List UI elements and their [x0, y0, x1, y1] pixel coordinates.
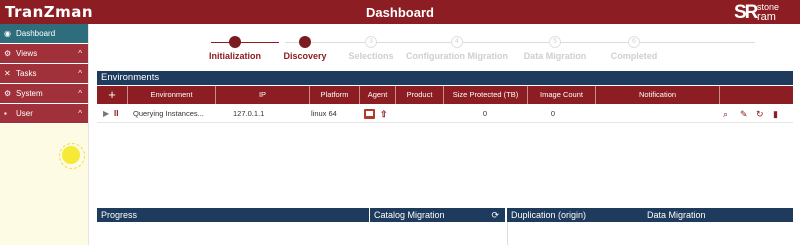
- system-icon: ⚙: [4, 89, 12, 98]
- sidebar-item-label: Tasks: [16, 69, 37, 78]
- gear-icon: ⚙: [4, 49, 12, 58]
- step-number: 4: [455, 38, 459, 45]
- settings-icon[interactable]: ✎: [740, 105, 748, 123]
- add-environment-button[interactable]: +: [97, 86, 127, 104]
- sidebar-item-label: Dashboard: [16, 29, 56, 38]
- column-image-count[interactable]: Image Count: [527, 86, 595, 104]
- cell-size-protected: 0: [482, 109, 488, 118]
- sidebar-item-system[interactable]: ⚙ System ^: [0, 84, 88, 104]
- agent-install-icon[interactable]: [364, 109, 375, 119]
- dashboard-icon: ◉: [4, 29, 11, 38]
- pause-icon[interactable]: II: [114, 105, 118, 123]
- upload-icon[interactable]: ⇧: [380, 105, 388, 123]
- sidebar-item-label: User: [16, 109, 33, 118]
- bottom-panels: Progress Catalog Migration ⟳ Duplication…: [97, 208, 793, 245]
- column-size-protected[interactable]: Size Protected (TB): [443, 86, 527, 104]
- step-dot: [299, 36, 311, 48]
- duplication-panel-body: [507, 222, 793, 245]
- column-platform[interactable]: Platform: [309, 86, 359, 104]
- chevron-up-icon: ^: [78, 89, 82, 98]
- environments-table-header: + Environment IP Platform Agent Product …: [97, 86, 793, 104]
- page-title: Dashboard: [366, 5, 434, 20]
- data-migration-label: Data Migration: [647, 210, 706, 220]
- progress-panel-title: Progress: [97, 208, 369, 222]
- sidebar-item-label: System: [16, 89, 43, 98]
- chevron-up-icon: ^: [78, 69, 82, 78]
- chevron-up-icon: ^: [78, 109, 82, 118]
- user-icon: ▪: [4, 109, 7, 118]
- search-icon[interactable]: ⌕: [723, 105, 728, 123]
- table-row[interactable]: ▶ II Querying Instances... 127.0.1.1 lin…: [97, 105, 793, 123]
- chevron-up-icon: ^: [78, 49, 82, 58]
- sidebar-item-label: Views: [16, 49, 38, 58]
- sun-decoration-icon: [59, 143, 85, 169]
- brand-mark: SR: [734, 2, 758, 23]
- step-number: 3: [369, 38, 373, 45]
- column-actions: [719, 86, 793, 104]
- sidebar-item-views[interactable]: ⚙ Views ^: [0, 44, 88, 64]
- sidebar-item-tasks[interactable]: ✕ Tasks ^: [0, 64, 88, 84]
- play-icon[interactable]: ▶: [103, 105, 109, 123]
- step-dot: 6: [628, 36, 640, 48]
- step-dot: 5: [549, 36, 561, 48]
- duplication-panel-title: Duplication (origin) Data Migration: [507, 208, 793, 222]
- column-environment[interactable]: Environment: [127, 86, 215, 104]
- catalog-migration-label: Catalog Migration: [374, 210, 445, 220]
- tasks-icon: ✕: [4, 69, 11, 78]
- step-connector: [211, 42, 279, 43]
- column-agent[interactable]: Agent: [359, 86, 395, 104]
- duplication-label: Duplication (origin): [511, 210, 587, 220]
- refresh-icon[interactable]: ↻: [756, 105, 764, 123]
- app-window: TranZman Dashboard SR stone ram ◉ Dashbo…: [0, 0, 800, 245]
- delete-icon[interactable]: ▮: [773, 105, 778, 123]
- top-bar: TranZman Dashboard SR stone ram: [0, 0, 800, 24]
- sidebar-item-user[interactable]: ▪ User ^: [0, 104, 88, 124]
- sidebar-item-dashboard[interactable]: ◉ Dashboard: [0, 24, 88, 44]
- step-number: 5: [553, 38, 557, 45]
- catalog-migration-panel-title: Catalog Migration ⟳: [370, 208, 505, 222]
- cell-ip: 127.0.1.1: [233, 109, 265, 118]
- sidebar: ◉ Dashboard ⚙ Views ^ ✕ Tasks ^ ⚙ System…: [0, 24, 88, 245]
- brand-logo: SR stone ram: [734, 2, 794, 23]
- step-dot: 4: [451, 36, 463, 48]
- column-notification[interactable]: Notification: [595, 86, 719, 104]
- step-dot: [229, 36, 241, 48]
- step-connector: [285, 42, 755, 43]
- refresh-icon[interactable]: ⟳: [491, 208, 499, 222]
- cell-environment: Querying Instances...: [133, 109, 204, 118]
- column-ip[interactable]: IP: [215, 86, 309, 104]
- step-number: 6: [632, 38, 636, 45]
- main-content: Initialization Discovery 3 Selections 4 …: [88, 24, 800, 245]
- brand-line-2: ram: [757, 11, 776, 23]
- column-product[interactable]: Product: [395, 86, 443, 104]
- cell-image-count: 0: [550, 109, 555, 118]
- step-dot: 3: [365, 36, 377, 48]
- environments-panel-title: Environments: [97, 71, 793, 85]
- step-label: Completed: [610, 51, 658, 61]
- cell-platform: linux 64: [311, 109, 337, 118]
- migration-stepper: Initialization Discovery 3 Selections 4 …: [205, 36, 765, 62]
